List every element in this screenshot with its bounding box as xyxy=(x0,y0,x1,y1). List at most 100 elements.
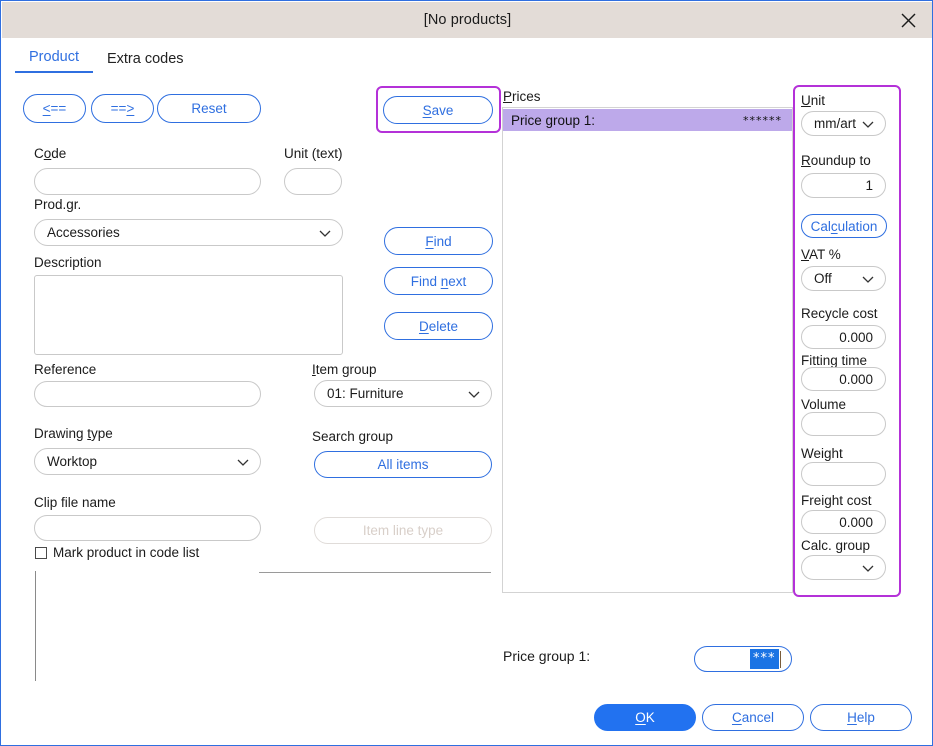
drawing-type-select[interactable]: Worktop xyxy=(34,448,261,475)
title-bar: [No products] xyxy=(2,2,933,38)
next-record-button[interactable]: ==> xyxy=(91,94,154,123)
search-group-label: Search group xyxy=(312,429,393,444)
delete-mnemonic: D xyxy=(419,319,429,334)
code-input[interactable] xyxy=(34,168,261,195)
ok-mnemonic: O xyxy=(635,710,646,725)
calculation-button[interactable]: Calculation xyxy=(801,214,887,238)
calculation-rest: ulation xyxy=(838,219,878,234)
chevron-down-icon xyxy=(316,224,334,242)
cancel-rest: ancel xyxy=(742,710,774,725)
volume-input[interactable] xyxy=(801,412,886,436)
freight-cost-input[interactable]: 0.000 xyxy=(801,510,886,534)
divider-line xyxy=(259,572,491,573)
recycle-cost-input[interactable]: 0.000 xyxy=(801,325,886,349)
reference-label: Reference xyxy=(34,362,96,377)
unit-text-label: Unit (text) xyxy=(284,146,343,161)
delete-rest: elete xyxy=(429,319,458,334)
calc-group-select[interactable] xyxy=(801,555,886,580)
left-accent-line xyxy=(35,571,36,681)
prod-gr-label: Prod.gr. xyxy=(34,197,81,212)
code-label: Code xyxy=(34,146,66,161)
prev-mnemonic: < xyxy=(43,101,51,116)
all-items-button[interactable]: All items xyxy=(314,451,492,478)
fitting-time-input[interactable]: 0.000 xyxy=(801,367,886,391)
description-textarea[interactable] xyxy=(34,275,343,355)
search-group-mnemonic: g xyxy=(359,429,367,444)
vat-select[interactable]: Off xyxy=(801,266,886,291)
save-rest: ave xyxy=(432,103,454,118)
next-rest: == xyxy=(111,101,127,116)
prices-list[interactable] xyxy=(502,107,793,593)
calculation-pre: Cal xyxy=(811,219,831,234)
item-group-mnemonic: I xyxy=(312,362,316,377)
clip-file-name-label: Clip file name xyxy=(34,495,116,510)
roundup-to-label: Roundup to xyxy=(801,153,871,168)
drawing-type-value: Worktop xyxy=(47,454,234,469)
price-row[interactable]: Price group 1: ****** xyxy=(503,109,792,131)
item-line-type-button: Item line type xyxy=(314,517,492,544)
chevron-down-icon xyxy=(859,270,877,288)
chevron-down-icon xyxy=(234,453,252,471)
cancel-mnemonic: C xyxy=(732,710,742,725)
item-group-select[interactable]: 01: Furniture xyxy=(314,380,492,407)
drawing-type-mnemonic: t xyxy=(87,426,91,441)
bottom-price-group-label: Price group 1: xyxy=(503,648,590,664)
price-row-value: ****** xyxy=(743,114,782,127)
roundup-to-input[interactable]: 1 xyxy=(801,173,886,198)
tab-product[interactable]: Product xyxy=(15,47,93,73)
calc-group-label: Calc. group xyxy=(801,538,870,553)
ok-rest: K xyxy=(646,710,655,725)
help-mnemonic: H xyxy=(847,710,857,725)
reset-button[interactable]: Reset xyxy=(157,94,261,123)
unit-text-input[interactable] xyxy=(284,168,342,195)
weight-input[interactable] xyxy=(801,462,886,486)
help-button[interactable]: Help xyxy=(810,704,912,731)
save-button[interactable]: Save xyxy=(383,96,493,124)
tab-bar: Product Extra codes xyxy=(15,47,198,73)
unit-mnemonic: U xyxy=(801,93,811,108)
prod-gr-select[interactable]: Accessories xyxy=(34,219,343,246)
checkbox-icon[interactable] xyxy=(35,547,47,559)
unit-select[interactable]: mm/art xyxy=(801,111,886,136)
cancel-button[interactable]: Cancel xyxy=(702,704,804,731)
clip-file-name-input[interactable] xyxy=(34,515,261,541)
chevron-down-icon xyxy=(465,385,483,403)
prices-mnemonic: P xyxy=(503,89,512,104)
product-dialog: [No products] Product Extra codes <== ==… xyxy=(0,0,933,746)
unit-label: Unit xyxy=(801,93,825,108)
volume-label: Volume xyxy=(801,397,846,412)
reference-input[interactable] xyxy=(34,381,261,407)
roundup-mnemonic: R xyxy=(801,153,811,168)
bottom-price-input[interactable]: *** xyxy=(694,646,792,672)
vat-label: VAT % xyxy=(801,247,841,262)
ok-button[interactable]: OK xyxy=(594,704,696,731)
recycle-cost-label: Recycle cost xyxy=(801,306,878,321)
code-mnemonic: o xyxy=(44,146,52,161)
find-mnemonic: F xyxy=(425,234,433,249)
freight-cost-label: Freight cost xyxy=(801,493,872,508)
calculation-mnemonic: c xyxy=(831,219,838,234)
next-mnemonic: > xyxy=(126,101,134,116)
tab-extra-codes[interactable]: Extra codes xyxy=(93,49,198,73)
prod-gr-value: Accessories xyxy=(47,225,316,240)
bottom-price-value: *** xyxy=(750,649,779,669)
chevron-down-icon xyxy=(859,115,877,133)
find-next-rest: ext xyxy=(448,274,466,289)
vat-value: Off xyxy=(814,271,859,286)
previous-record-button[interactable]: <== xyxy=(23,94,86,123)
delete-button[interactable]: Delete xyxy=(384,312,493,340)
mark-product-label: Mark product in code list xyxy=(53,545,199,560)
item-group-value: 01: Furniture xyxy=(327,386,465,401)
vat-mnemonic: V xyxy=(801,247,809,262)
window-title: [No products] xyxy=(424,12,512,28)
help-rest: elp xyxy=(857,710,875,725)
item-group-label: Item group xyxy=(312,362,377,377)
description-label: Description xyxy=(34,255,102,270)
close-icon[interactable] xyxy=(891,6,925,34)
drawing-type-label: Drawing type xyxy=(34,426,113,441)
weight-label: Weight xyxy=(801,446,843,461)
fitting-time-label: Fitting time xyxy=(801,353,867,368)
mark-product-checkbox-row[interactable]: Mark product in code list xyxy=(35,545,199,560)
find-button[interactable]: Find xyxy=(384,227,493,255)
find-next-button[interactable]: Find next xyxy=(384,267,493,295)
